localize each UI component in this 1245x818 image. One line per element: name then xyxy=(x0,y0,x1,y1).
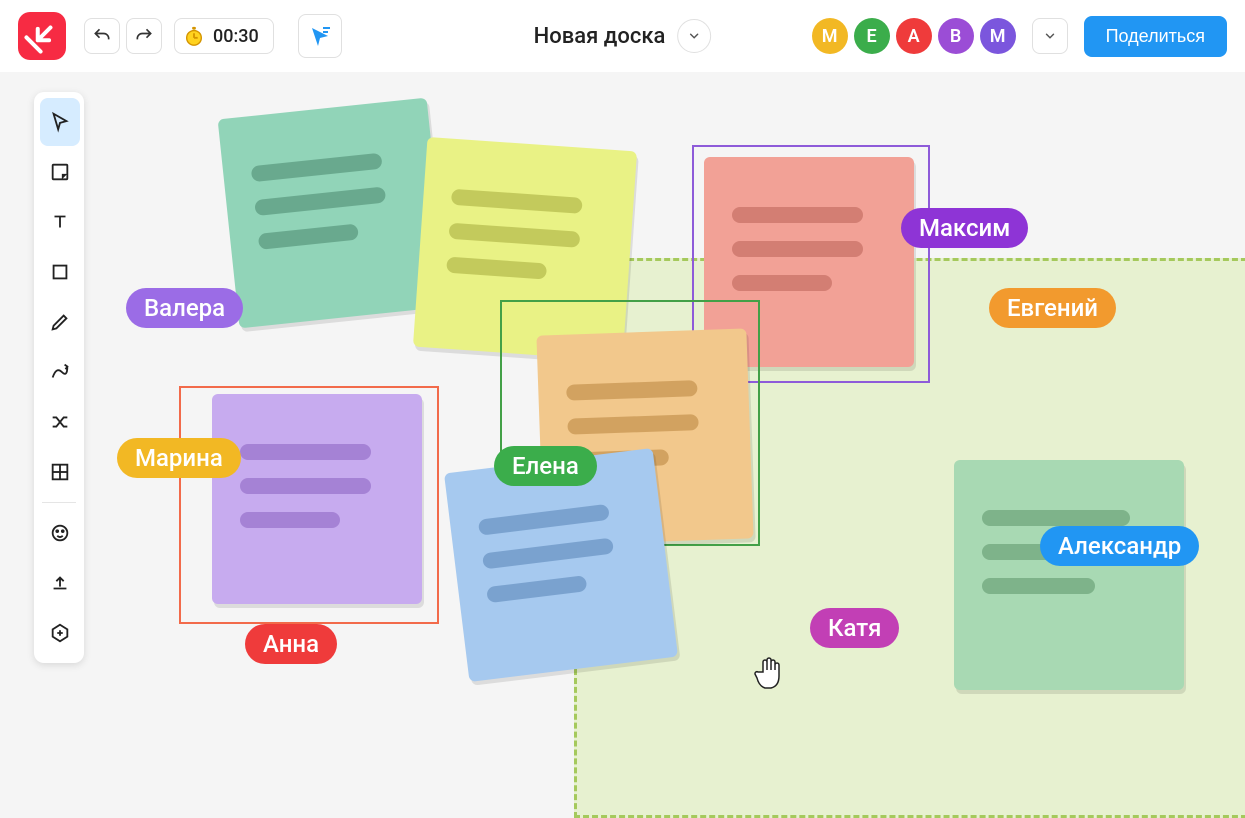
redo-button[interactable] xyxy=(126,18,162,54)
app-logo[interactable] xyxy=(18,12,66,60)
sticky-note[interactable] xyxy=(954,460,1184,690)
avatar[interactable]: М xyxy=(812,18,848,54)
frame-tool[interactable] xyxy=(40,448,80,496)
reaction-tool[interactable] xyxy=(40,509,80,557)
select-tool[interactable] xyxy=(40,98,80,146)
top-toolbar: 00:30 Новая доска МЕАВМ Поделиться xyxy=(0,0,1245,72)
text-tool[interactable] xyxy=(40,198,80,246)
user-label-anna: Анна xyxy=(245,624,337,664)
undo-button[interactable] xyxy=(84,18,120,54)
avatar[interactable]: Е xyxy=(854,18,890,54)
toolbar-divider xyxy=(42,502,76,503)
chevron-down-icon xyxy=(687,29,701,43)
more-collaborators-button[interactable] xyxy=(1032,18,1068,54)
avatar[interactable]: А xyxy=(896,18,932,54)
canvas[interactable]: Валера Марина Анна Елена Максим Евгений … xyxy=(0,72,1245,746)
timer-widget[interactable]: 00:30 xyxy=(174,18,274,54)
user-label-evgeniy: Евгений xyxy=(989,288,1116,328)
follow-cursor-button[interactable] xyxy=(298,14,342,58)
timer-value: 00:30 xyxy=(213,26,259,47)
pen-tool[interactable] xyxy=(40,298,80,346)
user-label-katya: Катя xyxy=(810,608,899,648)
share-button[interactable]: Поделиться xyxy=(1084,16,1227,57)
connector-tool[interactable] xyxy=(40,348,80,396)
user-label-aleksandr: Александр xyxy=(1040,526,1199,566)
user-label-marina: Марина xyxy=(117,438,241,478)
board-title[interactable]: Новая доска xyxy=(534,24,666,49)
hand-cursor-icon xyxy=(752,652,786,692)
add-tool[interactable] xyxy=(40,609,80,657)
user-label-elena: Елена xyxy=(494,446,597,486)
stopwatch-icon xyxy=(183,25,205,47)
shuffle-tool[interactable] xyxy=(40,398,80,446)
sticky-note[interactable] xyxy=(212,394,422,604)
tools-sidebar xyxy=(34,92,84,663)
avatar[interactable]: М xyxy=(980,18,1016,54)
user-label-valera: Валера xyxy=(126,288,243,328)
upload-tool[interactable] xyxy=(40,559,80,607)
board-menu-dropdown[interactable] xyxy=(677,19,711,53)
shape-tool[interactable] xyxy=(40,248,80,296)
sticky-tool[interactable] xyxy=(40,148,80,196)
user-label-maksim: Максим xyxy=(901,208,1028,248)
sticky-note[interactable] xyxy=(218,98,449,329)
chevron-down-icon xyxy=(1043,29,1057,43)
avatar[interactable]: В xyxy=(938,18,974,54)
collaborator-avatars: МЕАВМ xyxy=(812,18,1016,54)
